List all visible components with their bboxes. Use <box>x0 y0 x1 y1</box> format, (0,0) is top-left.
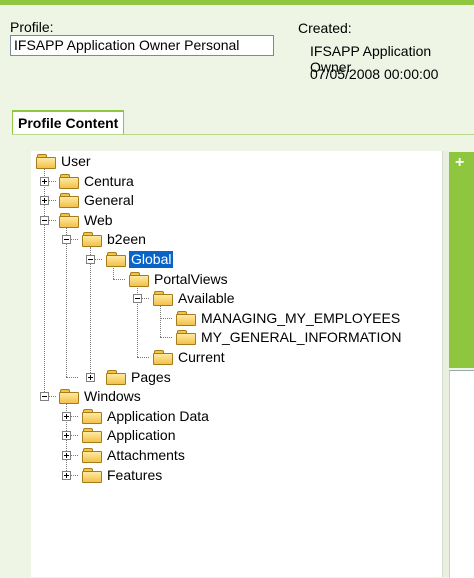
tree-node-application-data[interactable]: Application Data <box>82 407 211 425</box>
folder-icon <box>153 350 173 365</box>
tree-node-windows[interactable]: Windows <box>59 387 143 405</box>
folder-icon <box>82 428 102 443</box>
tree-node-current[interactable]: Current <box>153 348 227 366</box>
collapse-toggle[interactable] <box>40 392 49 401</box>
expand-toggle[interactable] <box>62 412 71 421</box>
tree-node-features[interactable]: Features <box>82 466 164 484</box>
tree-node-b2een[interactable]: b2een <box>82 230 148 248</box>
folder-icon <box>59 389 79 404</box>
tree-node-web[interactable]: Web <box>59 211 115 229</box>
top-accent-bar <box>0 0 474 5</box>
folder-icon <box>82 409 102 424</box>
tree-node-global[interactable]: Global <box>106 250 174 268</box>
folder-icon <box>82 232 102 247</box>
folder-icon <box>59 213 79 228</box>
expand-toggle[interactable] <box>62 451 71 460</box>
folder-icon <box>153 291 173 306</box>
tree-connector <box>66 227 67 377</box>
folder-icon <box>82 468 102 483</box>
tab-profile-content[interactable]: Profile Content <box>12 110 125 135</box>
tree-node-user[interactable]: User <box>36 152 93 170</box>
profile-name-field[interactable]: IFSAPP Application Owner Personal <box>10 35 274 56</box>
tree-node-application[interactable]: Application <box>82 426 178 444</box>
tree-connector <box>113 279 125 280</box>
folder-icon <box>36 154 56 169</box>
folder-icon <box>106 252 126 267</box>
tree-node-pages[interactable]: Pages <box>106 368 173 386</box>
tree-node-attachments[interactable]: Attachments <box>82 446 187 464</box>
tree-node-managing-my-employees[interactable]: MANAGING_MY_EMPLOYEES <box>176 309 402 327</box>
folder-icon <box>82 448 102 463</box>
add-icon[interactable]: + <box>455 154 464 172</box>
expand-toggle[interactable] <box>40 196 49 205</box>
folder-icon <box>176 311 196 326</box>
profile-tree[interactable]: User Centura General Web b2een Global Po… <box>31 151 442 577</box>
tree-connector <box>160 306 161 337</box>
profile-label: Profile: <box>10 19 54 35</box>
expand-toggle[interactable] <box>62 471 71 480</box>
tree-node-general[interactable]: General <box>59 191 136 209</box>
tree-connector <box>66 377 78 378</box>
expand-toggle[interactable] <box>86 373 95 382</box>
tab-panel-border <box>12 134 474 135</box>
collapse-toggle[interactable] <box>40 216 49 225</box>
tree-connector <box>160 318 172 319</box>
expand-toggle[interactable] <box>40 177 49 186</box>
folder-icon <box>59 193 79 208</box>
folder-icon <box>176 330 196 345</box>
tree-connector <box>90 247 91 377</box>
tree-node-portalviews[interactable]: PortalViews <box>129 270 230 288</box>
created-label: Created: <box>298 20 352 36</box>
collapse-toggle[interactable] <box>133 294 142 303</box>
tree-connector <box>137 357 149 358</box>
tree-node-centura[interactable]: Centura <box>59 172 136 190</box>
tree-node-my-general-information[interactable]: MY_GENERAL_INFORMATION <box>176 328 403 346</box>
side-panel-body <box>449 370 474 578</box>
folder-icon <box>106 370 126 385</box>
folder-icon <box>129 272 149 287</box>
collapse-toggle[interactable] <box>86 255 95 264</box>
created-date-value: 07/05/2008 00:00:00 <box>310 66 439 82</box>
tree-connector <box>160 337 172 338</box>
tree-scrollbar[interactable] <box>442 151 449 577</box>
folder-icon <box>59 174 79 189</box>
collapse-toggle[interactable] <box>62 235 71 244</box>
side-panel-header: + <box>449 152 474 368</box>
expand-toggle[interactable] <box>62 431 71 440</box>
tree-node-available[interactable]: Available <box>153 289 237 307</box>
